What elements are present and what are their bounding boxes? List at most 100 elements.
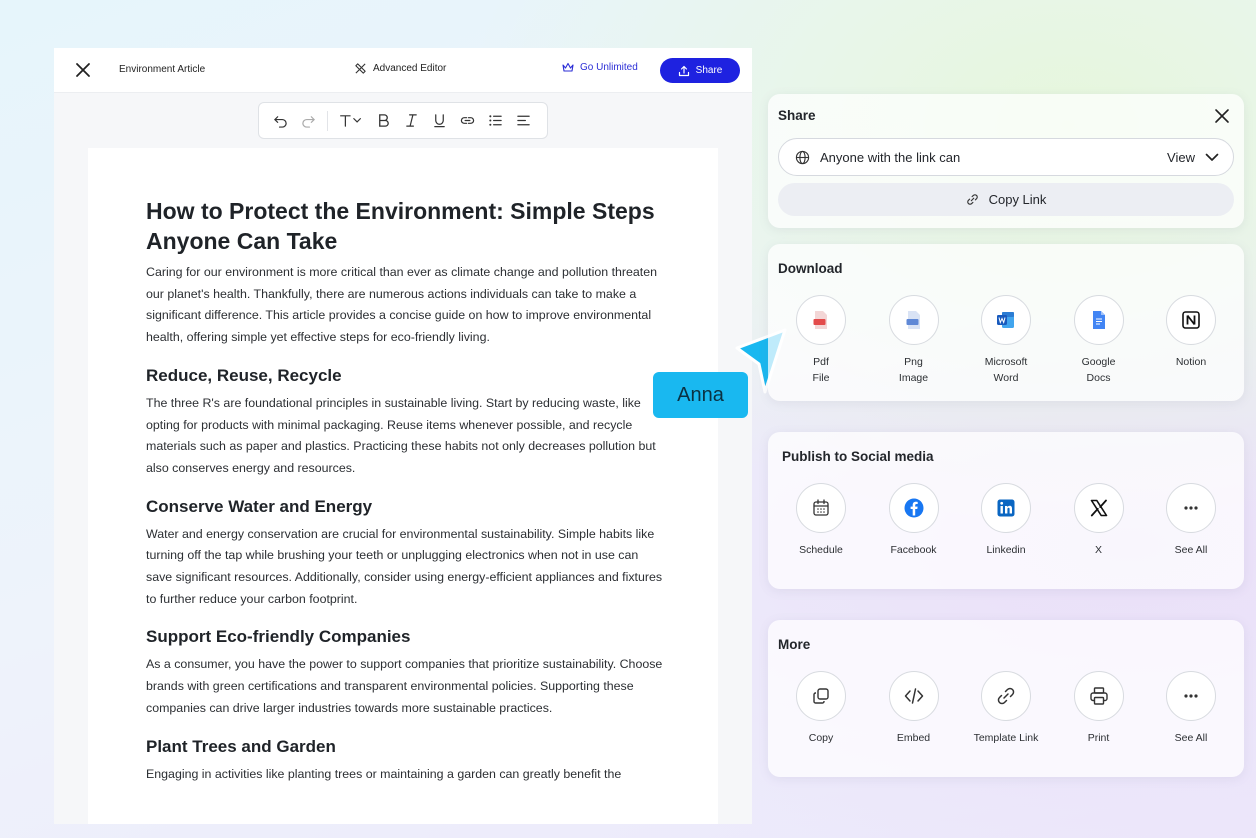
download-google-docs-option[interactable]: Google Docs — [1064, 295, 1134, 386]
x-option[interactable]: X — [1064, 483, 1134, 558]
option-circle — [1166, 483, 1216, 533]
option-label: Notion — [1175, 356, 1207, 368]
article-title: How to Protect the Environment: Simple S… — [146, 198, 655, 254]
option-label: Pdf File — [813, 354, 830, 386]
more-dots-icon — [1184, 506, 1198, 510]
png-image-icon — [906, 311, 920, 329]
italic-icon — [405, 114, 417, 127]
facebook-icon — [904, 498, 923, 518]
social-title: Publish to Social media — [782, 449, 934, 464]
option-label: Png Image — [899, 354, 928, 386]
option-circle — [888, 671, 939, 721]
link-icon — [966, 194, 978, 205]
section-heading: Reduce, Reuse, Recycle — [146, 365, 342, 385]
underline-icon — [433, 114, 445, 128]
social-see-all-option[interactable]: See All — [1156, 483, 1226, 558]
text-style-dropdown[interactable] — [336, 110, 366, 132]
option-label-line2: Word — [993, 372, 1019, 384]
option-label: See All — [1174, 544, 1208, 556]
option-circle — [1073, 295, 1124, 345]
download-word-option[interactable]: Microsoft Word — [971, 295, 1041, 386]
italic-button[interactable] — [400, 110, 422, 132]
schedule-option[interactable]: Schedule — [786, 483, 856, 558]
align-left-icon — [516, 115, 530, 126]
download-title: Download — [778, 261, 843, 276]
permission-value: View — [1167, 149, 1195, 165]
more-card: More Copy Embed Template Link Print See … — [768, 620, 1244, 777]
copy-icon — [813, 688, 829, 704]
download-notion-option[interactable]: Notion — [1156, 295, 1226, 386]
embed-option[interactable]: Embed — [879, 671, 949, 746]
article: How to Protect the Environment: Simple S… — [146, 196, 666, 785]
more-title: More — [778, 637, 811, 652]
copy-link-label: Copy Link — [988, 192, 1047, 207]
share-button[interactable]: Share — [660, 58, 740, 83]
align-button[interactable] — [512, 110, 534, 132]
option-circle — [1073, 671, 1124, 721]
go-unlimited-button[interactable]: Go Unlimited — [562, 62, 638, 73]
option-label: Facebook — [890, 544, 937, 556]
template-link-option[interactable]: Template Link — [971, 671, 1041, 746]
option-circle — [1073, 483, 1124, 533]
bullet-list-button[interactable] — [484, 110, 506, 132]
share-button-label: Share — [695, 65, 723, 76]
option-label: Embed — [896, 732, 931, 744]
section-heading: Conserve Water and Energy — [146, 496, 373, 516]
code-icon — [904, 688, 923, 704]
option-label: Google Docs — [1082, 354, 1116, 386]
copy-option[interactable]: Copy — [786, 671, 856, 746]
option-circle — [796, 483, 846, 533]
pdf-file-icon — [813, 311, 827, 329]
notion-icon — [1182, 311, 1200, 329]
link-access-text: Anyone with the link can — [820, 149, 961, 165]
option-label: Schedule — [799, 544, 843, 556]
more-options: Copy Embed Template Link Print See All — [786, 671, 1226, 746]
go-unlimited-label: Go Unlimited — [580, 62, 638, 73]
facebook-option[interactable]: Facebook — [879, 483, 949, 558]
option-label: Copy — [808, 732, 834, 744]
option-label-line2: Docs — [1086, 372, 1111, 384]
toolbar-divider — [327, 110, 328, 131]
chevron-down-icon — [1205, 153, 1219, 161]
download-png-option[interactable]: Png Image — [879, 295, 949, 386]
section-body: As a consumer, you have the power to sup… — [146, 657, 663, 715]
section-body: Water and energy conservation are crucia… — [146, 526, 663, 606]
download-options: Pdf File Png Image Microsoft Word Google… — [786, 295, 1226, 386]
link-icon — [460, 117, 474, 124]
bullet-list-icon — [488, 115, 502, 126]
link-access-select[interactable]: Anyone with the link can View — [778, 138, 1234, 176]
editor-window: Environment Article Advanced Editor Go U… — [54, 48, 752, 824]
print-option[interactable]: Print — [1064, 671, 1134, 746]
option-circle — [888, 295, 939, 345]
more-see-all-option[interactable]: See All — [1156, 671, 1226, 746]
option-label: Template Link — [973, 732, 1039, 744]
option-label-line1: Pdf — [813, 356, 829, 368]
advanced-editor-button[interactable]: Advanced Editor — [354, 62, 446, 75]
bold-button[interactable] — [372, 110, 394, 132]
share-card: Share Anyone with the link can View Copy… — [768, 94, 1244, 228]
more-dots-icon — [1184, 694, 1198, 698]
option-circle — [888, 483, 939, 533]
close-icon[interactable] — [74, 61, 92, 79]
close-icon[interactable] — [1214, 108, 1230, 124]
copy-link-button[interactable]: Copy Link — [778, 183, 1234, 216]
document-page[interactable]: How to Protect the Environment: Simple S… — [88, 148, 718, 824]
redo-icon — [301, 116, 315, 128]
social-options: Schedule Facebook Linkedin X See All — [786, 483, 1226, 558]
option-circle — [981, 295, 1031, 345]
undo-button[interactable] — [269, 110, 291, 132]
share-title: Share — [778, 108, 816, 123]
download-card: Download Pdf File Png Image Microsoft Wo… — [768, 244, 1244, 401]
redo-button[interactable] — [297, 110, 319, 132]
option-label: Microsoft Word — [985, 354, 1028, 386]
option-circle — [981, 483, 1031, 533]
option-label-line2: Image — [898, 372, 929, 384]
section-heading: Support Eco-friendly Companies — [146, 627, 411, 647]
tools-icon — [355, 63, 366, 74]
link-button[interactable] — [456, 110, 478, 132]
linkedin-option[interactable]: Linkedin — [971, 483, 1041, 558]
advanced-editor-label: Advanced Editor — [373, 63, 447, 74]
upload-icon — [678, 65, 689, 76]
underline-button[interactable] — [428, 110, 450, 132]
download-pdf-option[interactable]: Pdf File — [786, 295, 856, 386]
